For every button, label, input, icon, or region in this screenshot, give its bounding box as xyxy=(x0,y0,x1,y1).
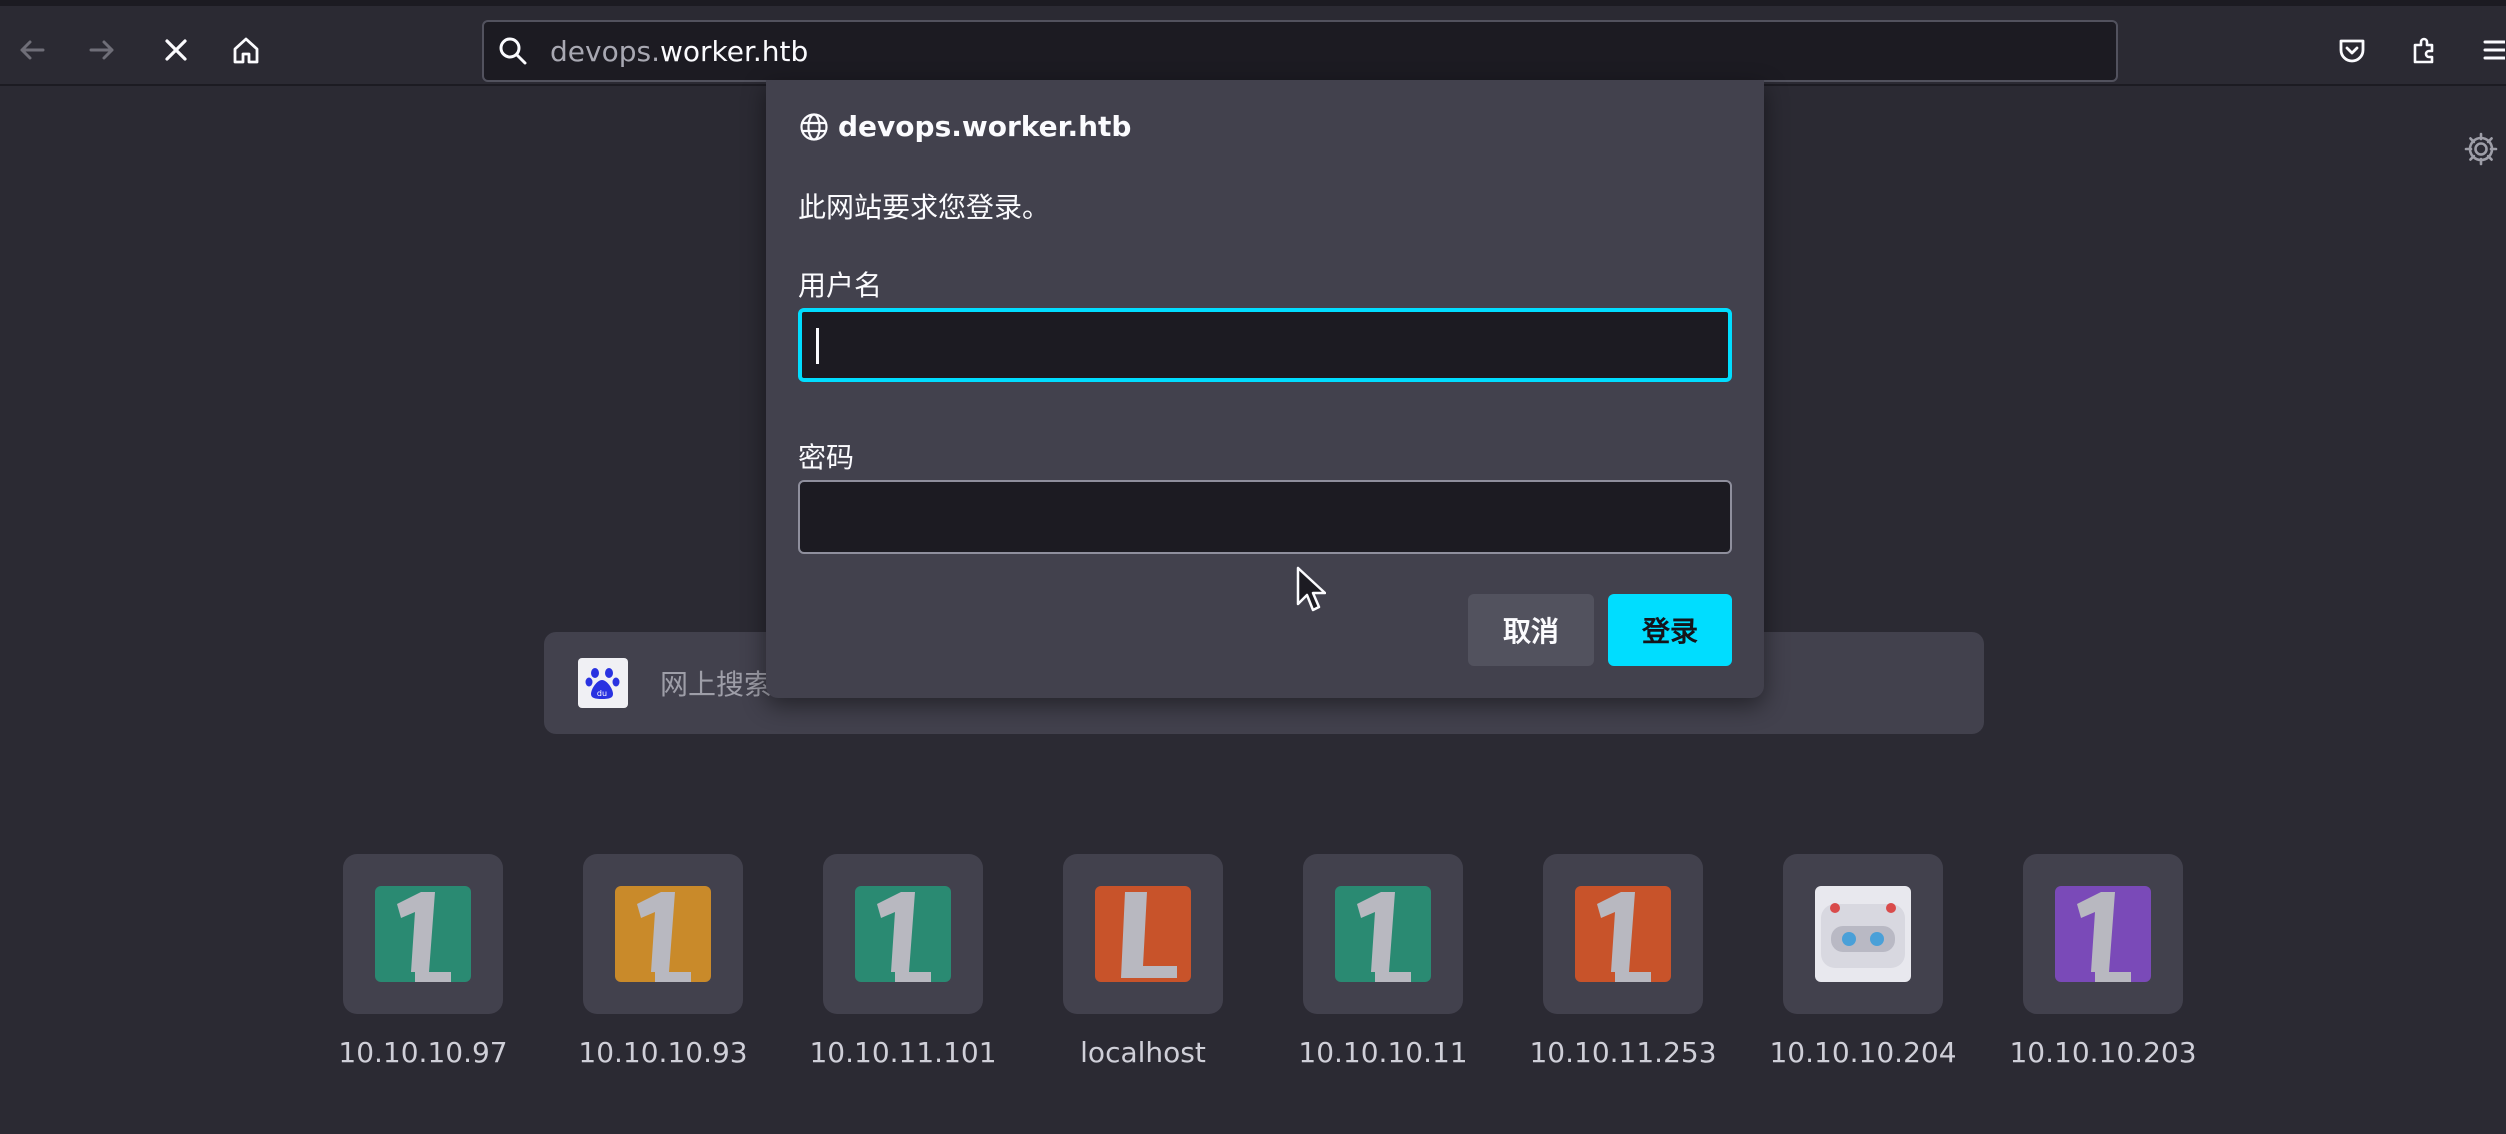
password-label: 密码 xyxy=(798,441,855,474)
username-field[interactable] xyxy=(798,308,1732,382)
shortcut-tile[interactable]: 10.10.11.101 xyxy=(783,854,1023,1069)
site-favicon-icon xyxy=(1335,886,1431,982)
shortcut-tile[interactable]: 10.10.10.93 xyxy=(543,854,783,1069)
shortcut-tile-frame xyxy=(583,854,743,1014)
username-label: 用户名 xyxy=(798,269,883,302)
mouse-pointer-icon xyxy=(1296,566,1326,612)
dialog-message: 此网站要求您登录。 xyxy=(798,191,1051,224)
shortcut-tile[interactable]: 10.10.10.97 xyxy=(303,854,543,1069)
pocket-icon xyxy=(2339,39,2365,63)
back-button[interactable] xyxy=(4,22,60,78)
shortcut-tile[interactable]: 10.10.10.11 xyxy=(1263,854,1503,1069)
stop-button[interactable] xyxy=(148,22,204,78)
shortcut-label: 10.10.10.203 xyxy=(2009,1036,2197,1069)
shortcut-tile-frame xyxy=(1783,854,1943,1014)
site-favicon-icon xyxy=(855,886,951,982)
login-button[interactable]: 登录 xyxy=(1608,594,1732,666)
shortcut-label: 10.10.10.204 xyxy=(1769,1036,1957,1069)
dialog-host: devops.worker.htb xyxy=(798,110,1131,143)
shortcut-tile-frame xyxy=(823,854,983,1014)
browser-toolbar: devops.worker.htb xyxy=(0,6,2506,86)
site-favicon-icon xyxy=(615,886,711,982)
url-text: devops.worker.htb xyxy=(550,35,808,68)
globe-icon xyxy=(800,112,828,141)
extensions-button[interactable] xyxy=(2396,22,2452,78)
svg-text:du: du xyxy=(597,689,607,698)
shortcut-label: 10.10.10.11 xyxy=(1298,1036,1468,1069)
shortcut-label: 10.10.11.101 xyxy=(809,1036,997,1069)
shortcut-label: 10.10.10.93 xyxy=(578,1036,748,1069)
shortcut-tile-frame xyxy=(2023,854,2183,1014)
site-favicon-icon xyxy=(1575,886,1671,982)
top-sites-grid: 10.10.10.97 10.10.10.93 10.10.11.101 localh… xyxy=(0,854,2506,1074)
text-caret xyxy=(816,328,819,364)
url-subdomain: devops. xyxy=(550,34,660,68)
extensions-icon xyxy=(2413,37,2434,64)
forward-button[interactable] xyxy=(74,22,130,78)
password-field[interactable] xyxy=(798,480,1732,554)
search-placeholder: 网上搜索 xyxy=(660,668,773,701)
auth-dialog: devops.worker.htb 此网站要求您登录。 用户名 密码 取消 登录 xyxy=(766,80,1764,698)
pocket-button[interactable] xyxy=(2324,22,2380,78)
forward-arrow-icon xyxy=(89,40,114,60)
baidu-paw-icon: du xyxy=(578,658,628,708)
gear-icon[interactable] xyxy=(2462,130,2500,168)
shortcut-tile[interactable]: 10.10.11.253 xyxy=(1503,854,1743,1069)
site-favicon-icon xyxy=(2055,886,2151,982)
shortcut-label: localhost xyxy=(1080,1036,1206,1069)
back-arrow-icon xyxy=(20,40,45,60)
stop-loading-icon xyxy=(165,39,187,61)
shortcut-tile-frame xyxy=(343,854,503,1014)
url-host: worker.htb xyxy=(659,34,809,68)
shortcut-tile[interactable]: 10.10.10.204 xyxy=(1743,854,1983,1069)
shortcut-label: 10.10.11.253 xyxy=(1529,1036,1717,1069)
robot-favicon-icon xyxy=(1815,886,1911,982)
shortcut-tile-frame xyxy=(1303,854,1463,1014)
menu-button[interactable] xyxy=(2470,22,2506,78)
home-icon xyxy=(233,37,259,64)
shortcut-tile[interactable]: 10.10.10.203 xyxy=(1983,854,2223,1069)
shortcut-tile[interactable]: localhost xyxy=(1023,854,1263,1069)
shortcut-tile-frame xyxy=(1063,854,1223,1014)
home-button[interactable] xyxy=(218,22,274,78)
site-favicon-icon xyxy=(375,886,471,982)
search-icon xyxy=(499,37,527,65)
menu-icon xyxy=(2483,40,2505,60)
site-favicon-icon xyxy=(1095,886,1191,982)
shortcut-label: 10.10.10.97 xyxy=(338,1036,508,1069)
dialog-host-text: devops.worker.htb xyxy=(838,110,1132,143)
shortcut-tile-frame xyxy=(1543,854,1703,1014)
url-bar[interactable]: devops.worker.htb xyxy=(482,20,2118,82)
cancel-button[interactable]: 取消 xyxy=(1468,594,1594,666)
